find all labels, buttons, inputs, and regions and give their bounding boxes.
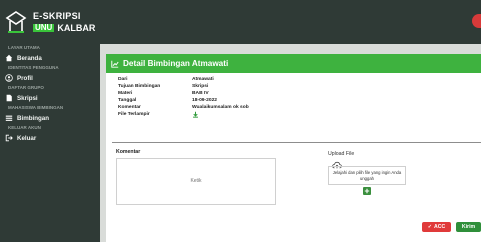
sidebar-item-beranda[interactable]: Beranda <box>0 52 100 64</box>
section-title-identitas: IDENTITAS PENGGUNA <box>8 65 59 70</box>
section-title-layar-utama: LAYAR UTAMA <box>8 45 40 50</box>
brand-title: E-SKRIPSI <box>33 10 81 21</box>
upload-dropzone[interactable]: Jelajahi dan pilih file yang ingin Anda … <box>328 166 406 185</box>
acc-button-label: ACC <box>433 224 446 230</box>
detail-value: Atmawati <box>192 77 214 82</box>
add-file-button[interactable] <box>363 187 371 195</box>
detail-row-materi: Materi BAB IV <box>118 90 249 97</box>
brand[interactable]: E-SKRIPSI UNU KALBAR <box>0 0 100 44</box>
document-icon <box>4 94 14 102</box>
detail-label: File Terlampir <box>118 112 150 117</box>
user-icon <box>4 74 14 82</box>
plus-icon <box>364 188 370 194</box>
detail-row-file: File Terlampir <box>118 111 249 118</box>
sidebar-item-bimbingan[interactable]: Bimbingan <box>0 112 100 124</box>
detail-value: 18-09-2022 <box>192 98 218 103</box>
graduation-logo-icon <box>5 11 27 33</box>
detail-row-dari: Dari Atmawati <box>118 76 249 83</box>
detail-value: Wualaikumsalam ok sob <box>192 105 249 110</box>
divider <box>112 142 481 143</box>
kirim-button[interactable]: Kirim <box>456 222 481 232</box>
brand-subtitle: KALBAR <box>57 22 96 33</box>
detail-label: Komentar <box>118 105 141 110</box>
top-header <box>100 0 481 44</box>
detail-card: Detail Bimbingan Atmawati Dari Atmawati … <box>106 54 481 242</box>
detail-label: Tujuan Bimbingan <box>118 84 161 89</box>
check-icon: ✓ <box>427 224 432 230</box>
brand-highlight: UNU <box>33 23 55 32</box>
komentar-input[interactable] <box>116 158 276 205</box>
sidebar-item-label: Profil <box>17 74 33 82</box>
acc-button[interactable]: ✓ ACC <box>422 222 451 232</box>
sidebar-item-label: Bimbingan <box>17 114 49 122</box>
list-icon <box>4 114 14 122</box>
logout-icon <box>4 134 14 142</box>
sidebar-item-label: Keluar <box>17 134 37 142</box>
detail-label: Materi <box>118 91 133 96</box>
section-title-keluar: KELUAR AKUN <box>8 125 41 130</box>
sidebar-menu: LAYAR UTAMA Beranda IDENTITAS PENGGUNA P… <box>0 44 100 144</box>
komentar-label: Komentar <box>116 149 141 155</box>
detail-label: Tanggal <box>118 98 137 103</box>
detail-row-komentar: Komentar Wualaikumsalam ok sob <box>118 104 249 111</box>
sidebar: E-SKRIPSI UNU KALBAR LAYAR UTAMA Beranda… <box>0 0 100 242</box>
detail-row-tujuan: Tujuan Bimbingan Skripsi <box>118 83 249 90</box>
sidebar-item-skripsi[interactable]: Skripsi <box>0 92 100 104</box>
detail-value: Skripsi <box>192 84 209 89</box>
chart-icon <box>111 60 119 68</box>
detail-value: BAB IV <box>192 91 209 96</box>
detail-row-tanggal: Tanggal 18-09-2022 <box>118 97 249 104</box>
sidebar-item-label: Skripsi <box>17 94 38 102</box>
detail-list: Dari Atmawati Tujuan Bimbingan Skripsi M… <box>118 76 249 118</box>
sidebar-item-label: Beranda <box>17 54 42 62</box>
section-title-daftar: DAFTAR GRUPO <box>8 85 44 90</box>
user-avatar[interactable] <box>472 14 481 28</box>
sidebar-item-keluar[interactable]: Keluar <box>0 132 100 144</box>
home-icon <box>4 54 14 62</box>
sidebar-item-profil[interactable]: Profil <box>0 72 100 84</box>
download-icon[interactable] <box>192 111 199 118</box>
detail-label: Dari <box>118 77 128 82</box>
section-title-mahasiswa: MAHASISWA BIMBINGAN <box>8 105 64 110</box>
card-title: Detail Bimbingan Atmawati <box>123 59 229 68</box>
card-header: Detail Bimbingan Atmawati <box>106 54 481 73</box>
